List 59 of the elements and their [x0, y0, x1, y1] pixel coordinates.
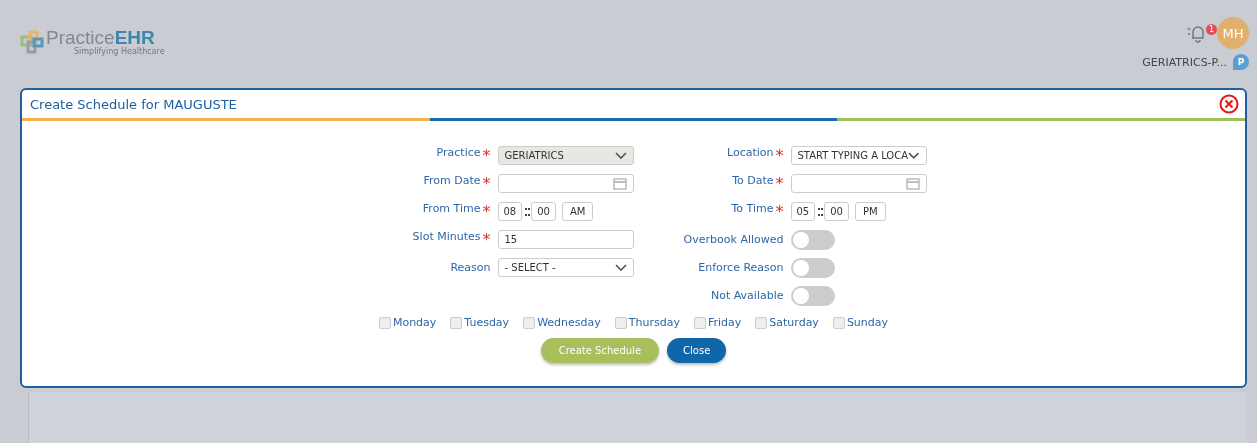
dropdown-field[interactable]: START TYPING A LOCA — [790, 146, 927, 165]
chevron-down-icon — [614, 263, 627, 272]
checkbox[interactable] — [832, 316, 845, 329]
chevron-down-icon — [908, 151, 920, 160]
chevron-down-icon — [614, 151, 627, 160]
calendar-icon[interactable] — [905, 177, 920, 190]
day-label[interactable]: Friday — [707, 316, 742, 329]
field-label: From Time — [422, 202, 481, 215]
field-label: Not Available — [710, 289, 784, 302]
checkbox[interactable] — [523, 316, 536, 329]
field-label: Slot Minutes — [412, 230, 481, 243]
logo-name: PracticeEHR — [46, 28, 155, 47]
toggle-switch[interactable] — [790, 285, 835, 306]
hour-field[interactable]: 05 — [790, 202, 816, 221]
toggle-switch[interactable] — [790, 257, 835, 278]
required-mark: * — [775, 146, 784, 165]
checkbox[interactable] — [755, 316, 768, 329]
required-mark: * — [482, 202, 491, 221]
field-label: Enforce Reason — [698, 261, 784, 274]
day-label[interactable]: Saturday — [769, 316, 819, 329]
field-label: To Time — [731, 202, 774, 215]
required-mark: * — [775, 202, 784, 221]
field-label: Reason — [450, 261, 491, 274]
period-field[interactable]: AM — [561, 202, 594, 221]
required-mark: * — [775, 174, 784, 193]
close-button[interactable]: Close — [667, 338, 727, 363]
required-mark: * — [482, 230, 491, 249]
close-icon[interactable] — [1219, 94, 1239, 114]
field-label: From Date — [423, 174, 481, 187]
checkbox[interactable] — [693, 316, 706, 329]
dropdown-field[interactable]: - SELECT - — [497, 258, 634, 277]
minute-field[interactable]: 00 — [824, 202, 849, 221]
checkbox[interactable] — [614, 316, 627, 329]
checkbox[interactable] — [378, 316, 391, 329]
field-label: Practice — [436, 146, 481, 159]
notification-badge: 1 — [1206, 24, 1217, 35]
day-label[interactable]: Sunday — [846, 316, 889, 329]
required-mark: * — [482, 146, 491, 165]
dialog-title: Create Schedule for MAUGUSTE — [30, 96, 237, 112]
logo-tagline: Simplifying Healthcare — [74, 47, 165, 56]
logo-icon — [19, 29, 45, 55]
hour-field[interactable]: 08 — [497, 202, 523, 221]
input-field[interactable]: 15 — [497, 230, 634, 249]
period-field[interactable]: PM — [854, 202, 886, 221]
day-label[interactable]: Tuesday — [464, 316, 510, 329]
field-label: Overbook Allowed — [683, 233, 784, 246]
day-label[interactable]: Wednesday — [537, 316, 601, 329]
toggle-switch[interactable] — [790, 229, 835, 250]
date-field[interactable] — [497, 174, 634, 193]
required-mark: * — [482, 174, 491, 193]
date-field[interactable] — [790, 174, 927, 193]
field-label: To Date — [732, 174, 774, 187]
checkbox[interactable] — [450, 316, 463, 329]
field-label: Location — [726, 146, 774, 159]
minute-field[interactable]: 00 — [531, 202, 556, 221]
day-label[interactable]: Monday — [392, 316, 437, 329]
day-label[interactable]: Thursday — [628, 316, 680, 329]
practice-name[interactable]: GERIATRICS-P... — [1142, 55, 1227, 69]
calendar-icon[interactable] — [612, 177, 627, 190]
